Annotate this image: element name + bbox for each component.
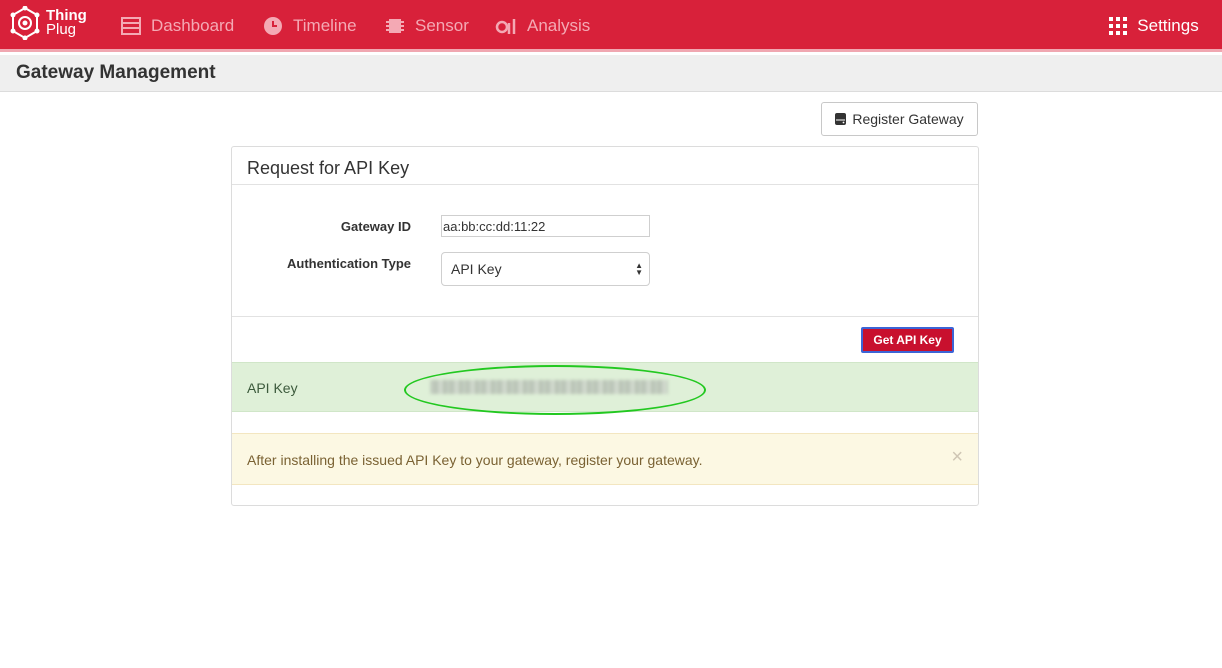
- register-gateway-label: Register Gateway: [852, 111, 964, 127]
- top-navbar: Thing Plug Dashboard Timeline Sensor Ana…: [0, 0, 1222, 55]
- select-arrows-icon: ▲ ▼: [635, 261, 643, 277]
- close-icon[interactable]: ×: [951, 447, 963, 467]
- warning-alert: After installing the issued API Key to y…: [232, 433, 978, 485]
- nav-sensor[interactable]: Sensor: [385, 0, 469, 52]
- nav-sensor-label: Sensor: [415, 16, 469, 35]
- panel-heading: Request for API Key: [232, 147, 978, 185]
- auth-type-selected: API Key: [451, 261, 502, 277]
- auth-type-select[interactable]: API Key ▲ ▼: [441, 252, 650, 286]
- panel-title: Request for API Key: [247, 158, 410, 178]
- nav-timeline[interactable]: Timeline: [263, 0, 357, 52]
- thingplug-logo-icon: [10, 5, 40, 41]
- auth-type-label: Authentication Type: [287, 256, 411, 271]
- nav-analysis[interactable]: Analysis: [495, 0, 590, 52]
- api-key-alert: API Key: [232, 362, 978, 415]
- warning-text: After installing the issued API Key to y…: [247, 452, 703, 468]
- nav-settings-label: Settings: [1137, 16, 1199, 35]
- logo-line2: Plug: [46, 21, 77, 38]
- nav-dashboard-label: Dashboard: [151, 16, 235, 35]
- page-header: Gateway Management: [0, 55, 1222, 92]
- logo[interactable]: Thing Plug: [10, 5, 87, 41]
- gateway-id-input[interactable]: [441, 215, 650, 237]
- register-gateway-button[interactable]: Register Gateway: [821, 102, 978, 136]
- panel-divider: [232, 316, 978, 317]
- dashboard-icon: [121, 17, 141, 35]
- gateway-id-label: Gateway ID: [340, 219, 411, 234]
- grid-icon: [1109, 17, 1128, 35]
- logo-text: Thing Plug: [46, 8, 87, 38]
- nav-timeline-label: Timeline: [293, 16, 357, 35]
- nav-dashboard[interactable]: Dashboard: [121, 0, 234, 52]
- api-key-panel: Request for API Key Gateway ID Authentic…: [231, 146, 979, 506]
- clock-icon: [263, 16, 283, 36]
- api-key-label: API Key: [247, 380, 298, 396]
- nav-analysis-label: Analysis: [527, 16, 591, 35]
- chip-icon: [385, 16, 405, 36]
- page-title: Gateway Management: [16, 62, 216, 83]
- highlight-ellipse: [404, 365, 706, 415]
- nav-settings[interactable]: Settings: [1094, 0, 1214, 55]
- analysis-icon: [495, 17, 517, 35]
- server-icon: [835, 113, 847, 125]
- get-api-key-button[interactable]: Get API Key: [861, 327, 954, 353]
